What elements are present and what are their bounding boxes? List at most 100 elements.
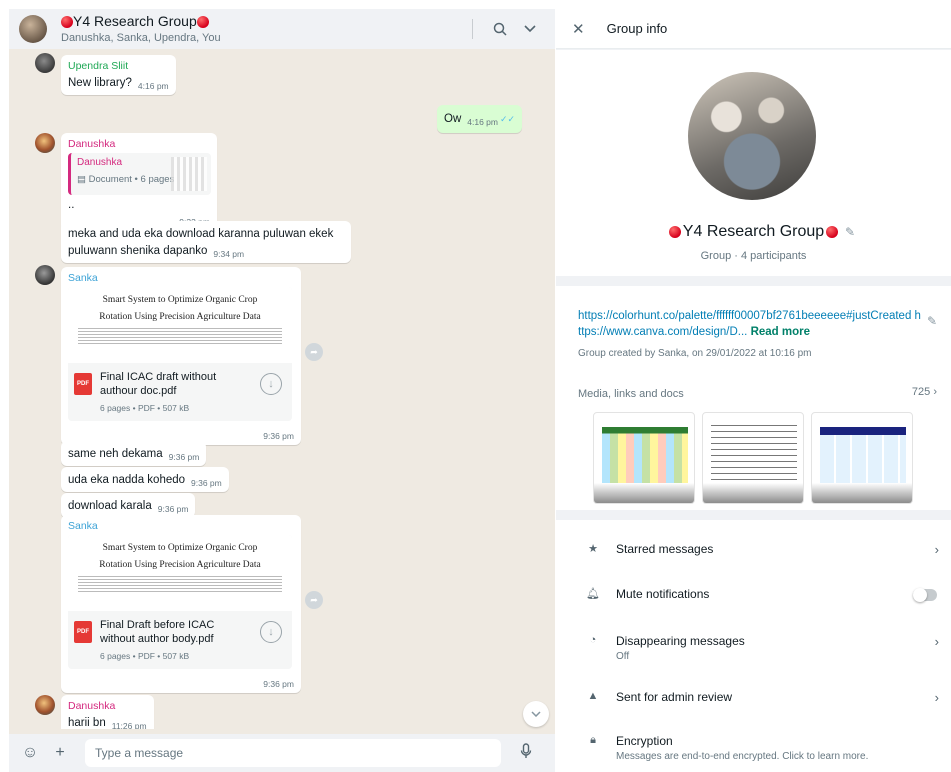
group-settings-card: ★ Starred messages › 🔔︎ Mute notificatio… [556,520,951,772]
pdf-icon: PDF [74,621,92,643]
document-file-row[interactable]: PDF Final ICAC draft without authour doc… [68,363,292,421]
sender-avatar[interactable] [35,53,55,73]
message-list[interactable]: Upendra Sliit New library? 4:16 pm Ow 4:16… [9,49,555,729]
document-preview[interactable]: Smart System to Optimize Organic Crop Ro… [68,287,292,421]
quoted-document-label: Document • 6 pages [88,174,175,185]
pdf-icon: PDF [74,373,92,395]
forward-icon[interactable]: ➦ [305,343,323,361]
thumbnail-content [711,425,797,485]
sender-avatar[interactable] [35,265,55,285]
mute-notifications-row[interactable]: 🔔︎ Mute notifications [556,587,951,602]
quoted-message[interactable]: Danushka ▤ Document • 6 pages [68,153,211,195]
message-time: 4:16 pm [467,117,498,127]
group-description[interactable]: https://colorhunt.co/palette/ffffff00007… [578,308,924,340]
group-name-text: Y4 Research Group [682,223,825,240]
message-bubble[interactable]: uda eka nadda kohedo 9:36 pm [61,467,229,492]
emoji-icon[interactable]: ☺ [19,744,41,762]
group-description-text[interactable]: https://colorhunt.co/palette/ffffff00007… [578,310,921,338]
document-file-name: Final Draft before ICAC without author b… [100,619,215,645]
message-text: uda eka nadda kohedo [68,474,186,486]
paper-title-line-2: Rotation Using Precision Agriculture Dat… [99,312,261,322]
disappearing-messages-row[interactable]: ◔ Disappearing messages Off › [556,634,951,662]
media-links-docs-label[interactable]: Media, links and docs [578,388,684,400]
group-name: Y4 Research Group ✎ [556,223,951,241]
chat-header[interactable]: Y4 Research Group Danushka, Sanka, Upend… [9,9,555,49]
message-time: 9:36 pm [263,678,294,689]
message-text: .. [68,199,75,211]
thumbnail-content [602,427,688,483]
message-bubble[interactable]: meka and uda eka download karanna puluwa… [61,221,351,264]
mic-icon[interactable] [515,742,537,764]
paper-text-lines [78,576,282,594]
compose-bar: ☺ + [9,734,555,772]
document-message[interactable]: Sanka Smart System to Optimize Organic C… [61,515,301,693]
paper-title-line-2: Rotation Using Precision Agriculture Dat… [99,560,261,570]
mute-notifications-label: Mute notifications [616,587,710,601]
close-icon[interactable]: ✕ [572,20,585,38]
message-text: same neh dekama [68,448,163,460]
message-time: 11:26 pm [111,721,147,729]
document-file-name: Final ICAC draft without authour doc.pdf [100,371,217,397]
timer-icon: ◔ [589,634,597,646]
media-count-value: 725 [911,386,931,398]
chat-participants: Danushka, Sanka, Upendra, You [61,31,221,44]
document-message[interactable]: Sanka Smart System to Optimize Organic C… [61,267,301,445]
chevron-down-icon[interactable] [515,14,545,44]
message-bubble[interactable]: Danushka harii bn 11:26 pm [61,695,154,729]
message-sender[interactable]: Sanka [68,272,294,284]
group-avatar[interactable] [19,15,47,43]
forward-icon[interactable]: ➦ [305,591,323,609]
chevron-right-icon: › [934,634,939,649]
chat-title-area[interactable]: Y4 Research Group Danushka, Sanka, Upend… [61,13,472,44]
search-icon[interactable] [485,14,515,44]
message-text: New library? [68,77,132,89]
plus-icon[interactable]: + [49,744,71,762]
chat-title-text: Y4 Research Group [73,13,197,30]
warning-icon: ▲ [587,690,599,702]
document-file-row[interactable]: PDF Final Draft before ICAC without auth… [68,611,292,669]
media-thumbnail[interactable] [702,412,804,504]
quoted-thumbnail [171,157,207,191]
header-divider [472,19,473,39]
message-bubble[interactable]: same neh dekama 9:36 pm [61,441,207,466]
message-bubble[interactable]: Upendra Sliit New library? 4:16 pm [61,55,176,95]
message-bubble-outgoing[interactable]: Ow 4:16 pm ✓✓ [437,105,523,133]
sender-avatar[interactable] [35,133,55,153]
sender-avatar[interactable] [35,695,55,715]
group-description-card: https://colorhunt.co/palette/ffffff00007… [556,286,951,510]
message-sender[interactable]: Danushka [68,138,210,150]
document-file-meta: 6 pages • PDF • 507 kB [100,402,190,413]
message-bubble[interactable]: Danushka Danushka ▤ Document • 6 pages .… [61,133,217,231]
pencil-icon[interactable]: ✎ [845,225,855,239]
message-sender[interactable]: Danushka [68,700,147,712]
disappearing-messages-status: Off [616,651,630,662]
scroll-down-button[interactable] [523,701,549,727]
message-time: 9:34 pm [213,248,245,259]
disappearing-messages-label: Disappearing messages [616,634,745,648]
download-icon[interactable]: ↓ [260,621,282,643]
admin-review-row[interactable]: ▲ Sent for admin review › [556,690,951,705]
message-time: 9:36 pm [263,430,294,441]
message-input[interactable] [85,739,501,767]
message-text: Ow [444,113,462,125]
red-circle-emoji [826,226,839,238]
group-created-info: Group created by Sanka, on 29/01/2022 at… [578,348,812,359]
paper-text-lines [78,328,282,346]
toggle-knob [913,588,927,602]
download-icon[interactable]: ↓ [260,373,282,395]
thumbnail-shade [594,483,694,503]
red-circle-emoji [668,226,681,238]
message-sender[interactable]: Upendra Sliit [68,60,169,72]
group-photo[interactable] [688,72,816,200]
starred-messages-row[interactable]: ★ Starred messages › [556,542,951,557]
media-thumbnail[interactable] [811,412,913,504]
paper-title-line-1: Smart System to Optimize Organic Crop [102,295,258,305]
read-more-link[interactable]: Read more [751,326,810,338]
message-sender[interactable]: Sanka [68,520,294,532]
mute-toggle[interactable] [913,588,937,602]
pencil-icon[interactable]: ✎ [927,314,937,328]
encryption-row[interactable]: 🔒︎ Encryption Messages are end-to-end en… [556,734,951,762]
media-count[interactable]: 725 › [912,386,937,398]
document-preview[interactable]: Smart System to Optimize Organic Crop Ro… [68,535,292,669]
media-thumbnail[interactable] [593,412,695,504]
